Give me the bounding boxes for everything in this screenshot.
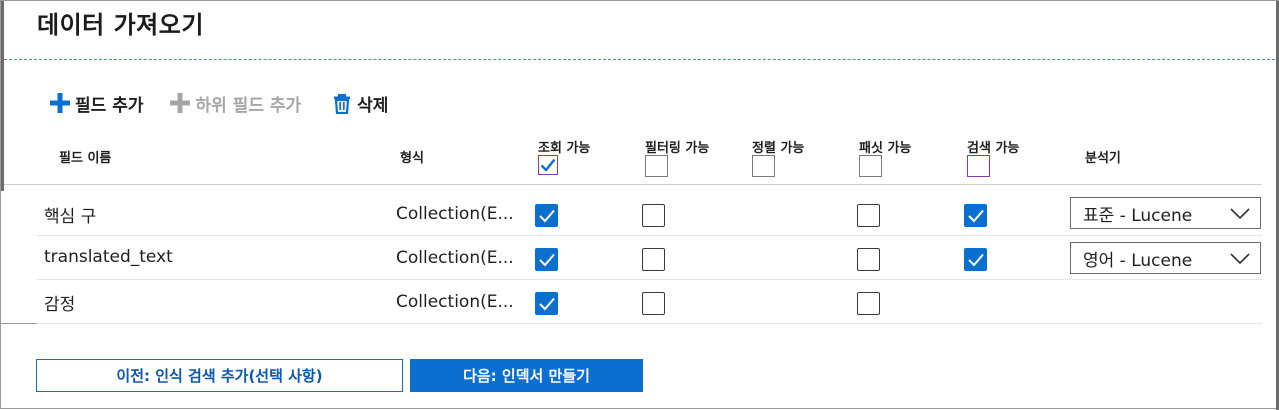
analyzer-select[interactable]: 표준 - Lucene [1070,197,1261,229]
filterable-select-all-checkbox[interactable] [645,155,668,177]
column-header-retrievable: 조회 가능 [538,141,591,156]
sortable-select-all-checkbox[interactable] [752,155,775,177]
plus-icon [49,92,71,114]
column-header-field-name: 필드 이름 [59,151,112,166]
header-divider [4,184,1262,185]
import-data-panel: 데이터 가져오기 필드 추가 하위 필드 추가 삭제 필드 이름 형식 조회 가… [0,0,1279,410]
facetable-checkbox[interactable] [857,204,880,227]
title-divider [4,59,1275,60]
searchable-checkbox[interactable] [964,204,987,227]
toolbar: 필드 추가 하위 필드 추가 삭제 [49,90,414,116]
checkmark-icon [968,209,984,223]
add-field-button[interactable]: 필드 추가 [49,91,143,116]
column-header-type: 형식 [400,151,424,166]
delete-button[interactable]: 삭제 [331,91,388,116]
facetable-checkbox[interactable] [857,248,880,271]
filterable-checkbox[interactable] [642,292,665,315]
searchable-select-all-checkbox[interactable] [967,155,990,177]
chevron-down-icon [1230,253,1250,265]
add-subfield-label: 하위 필드 추가 [195,95,302,116]
checkmark-icon [540,158,556,172]
column-header-facetable: 패싯 가능 [859,141,912,156]
row-divider [37,323,1262,324]
chevron-down-icon [1230,208,1250,220]
row-divider [37,279,1262,280]
add-field-label: 필드 추가 [75,95,144,116]
checkmark-icon [539,253,555,267]
checkmark-icon [968,253,984,267]
column-header-filterable: 필터링 가능 [645,141,710,156]
searchable-checkbox[interactable] [964,248,987,271]
field-type-cell: Collection(E... [396,204,514,224]
facetable-checkbox[interactable] [857,292,880,315]
analyzer-select[interactable]: 영어 - Lucene [1070,242,1261,274]
field-type-cell: Collection(E... [396,292,514,312]
column-header-analyzer: 분석기 [1085,151,1121,166]
retrievable-checkbox[interactable] [535,292,558,315]
add-subfield-button[interactable]: 하위 필드 추가 [169,91,301,116]
field-type-cell: Collection(E... [396,248,514,268]
page-title: 데이터 가져오기 [37,11,204,39]
field-name-cell[interactable]: translated_text [44,247,173,267]
table-bottom-rule [1,323,37,324]
delete-label: 삭제 [357,95,389,116]
column-header-sortable: 정렬 가능 [752,141,805,156]
field-name-cell[interactable]: 핵심 구 [44,202,96,227]
row-divider [37,235,1262,236]
analyzer-value: 표준 - Lucene [1083,205,1193,226]
field-name-cell[interactable]: 감정 [44,290,75,315]
filterable-checkbox[interactable] [642,248,665,271]
previous-button[interactable]: 이전: 인식 검색 추가(선택 사항) [36,359,403,392]
checkmark-icon [539,209,555,223]
left-edge-rule [1,1,4,191]
facetable-select-all-checkbox[interactable] [859,155,882,177]
next-button[interactable]: 다음: 인덱서 만들기 [410,359,643,392]
trash-icon [331,92,353,115]
checkmark-icon [539,297,555,311]
filterable-checkbox[interactable] [642,204,665,227]
retrievable-checkbox[interactable] [535,248,558,271]
plus-icon [169,92,191,114]
analyzer-value: 영어 - Lucene [1083,250,1193,271]
column-header-searchable: 검색 가능 [967,141,1020,156]
retrievable-select-all-checkbox[interactable] [538,155,558,175]
retrievable-checkbox[interactable] [535,204,558,227]
